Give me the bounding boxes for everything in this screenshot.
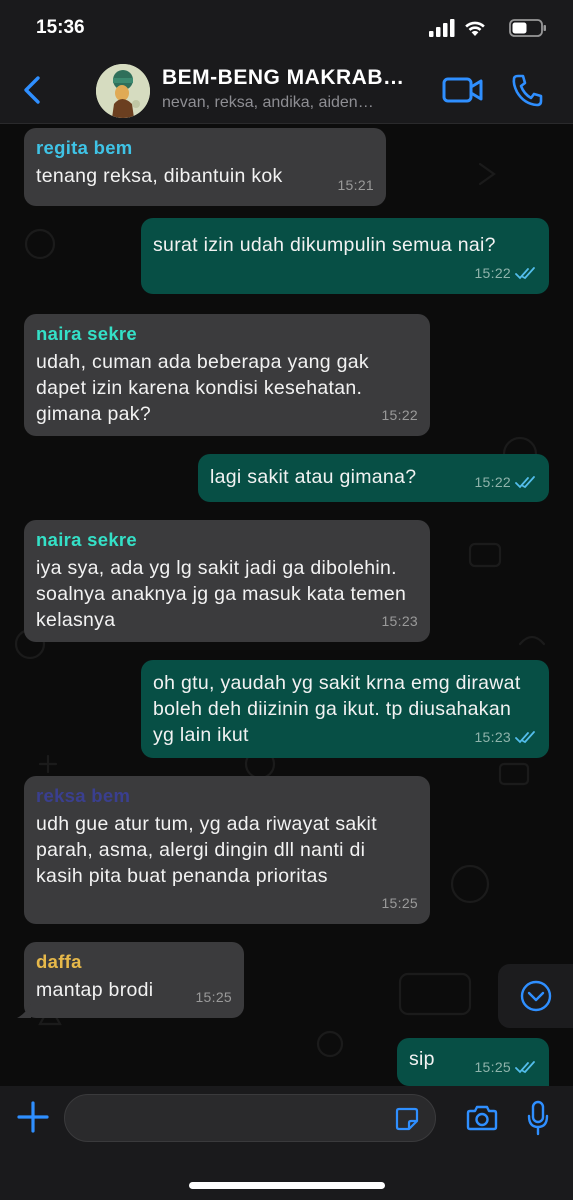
message-bubble-outgoing[interactable]: lagi sakit atau gimana? 15:22 [198, 454, 549, 502]
avatar-image [96, 64, 150, 118]
double-check-icon [515, 475, 535, 488]
message-text: tenang reksa, dibantuin kok [36, 165, 283, 187]
message-text: iya sya, ada yg lg sakit jadi ga diboleh… [36, 557, 407, 631]
message-time: 15:22 [474, 474, 511, 490]
message-meta: 15:25 [474, 1054, 537, 1080]
mic-icon[interactable] [526, 1100, 550, 1136]
message-meta: 15:25 [195, 984, 232, 1010]
wifi-icon [465, 21, 485, 36]
message-time: 15:23 [381, 613, 418, 629]
message-sender[interactable]: naira sekre [36, 529, 418, 551]
message-sender[interactable]: regita bem [36, 137, 374, 159]
message-bubble-incoming[interactable]: daffa mantap brodi 15:25 [17, 942, 244, 1018]
double-check-icon [515, 730, 535, 743]
message-bubble-incoming[interactable]: reksa bem udh gue atur tum, yg ada riway… [24, 776, 430, 924]
message-meta: 15:23 [474, 724, 537, 750]
status-bar: 15:36 [0, 0, 573, 58]
message-bubble-outgoing[interactable]: surat izin udah dikumpulin semua nai? 15… [141, 218, 549, 294]
home-indicator [189, 1182, 385, 1189]
group-members[interactable]: nevan, reksa, andika, aiden… [162, 94, 422, 112]
message-time: 15:25 [474, 1059, 511, 1075]
message-meta: 15:25 [381, 890, 418, 916]
status-time: 15:36 [36, 17, 85, 38]
group-title[interactable]: BEM-BENG MAKRAB… [162, 66, 432, 90]
message-bubble-outgoing[interactable]: sip 15:25 [397, 1038, 549, 1086]
message-sender[interactable]: reksa bem [36, 785, 418, 807]
battery-icon [509, 19, 546, 37]
chat-header: BEM-BENG MAKRAB… nevan, reksa, andika, a… [0, 58, 573, 124]
message-bubble-incoming[interactable]: naira sekre iya sya, ada yg lg sakit jad… [24, 520, 430, 642]
message-time: 15:22 [381, 407, 418, 423]
message-meta: 15:23 [381, 608, 418, 634]
message-text: surat izin udah dikumpulin semua nai? [153, 234, 496, 256]
message-bubble-outgoing[interactable]: oh gtu, yaudah yg sakit krna emg dirawat… [141, 660, 549, 758]
scroll-to-bottom-button[interactable] [498, 964, 573, 1028]
back-icon[interactable] [18, 72, 46, 108]
message-input[interactable] [64, 1094, 436, 1142]
plus-icon[interactable] [16, 1100, 50, 1134]
message-meta: 15:21 [337, 172, 374, 198]
sticker-icon[interactable] [394, 1106, 420, 1132]
chevron-down-icon [520, 980, 552, 1012]
phone-icon[interactable] [510, 72, 544, 108]
bubble-tail [17, 1004, 31, 1018]
message-meta: 15:22 [381, 402, 418, 428]
message-meta: 15:22 [474, 469, 537, 495]
camera-icon[interactable] [466, 1104, 498, 1132]
message-sender[interactable]: daffa [36, 951, 232, 973]
message-bubble-incoming[interactable]: naira sekre udah, cuman ada beberapa yan… [24, 314, 430, 436]
double-check-icon [515, 266, 535, 279]
message-time: 15:25 [381, 895, 418, 911]
message-bubble-incoming[interactable]: regita bem tenang reksa, dibantuin kok 1… [24, 128, 386, 206]
message-sender[interactable]: naira sekre [36, 323, 418, 345]
signal-icon [429, 19, 455, 37]
message-time: 15:23 [474, 729, 511, 745]
input-bar [0, 1086, 573, 1200]
double-check-icon [515, 1060, 535, 1073]
message-time: 15:25 [195, 989, 232, 1005]
avatar[interactable] [96, 64, 150, 118]
chat-area[interactable]: regita bem tenang reksa, dibantuin kok 1… [0, 124, 573, 1086]
message-meta: 15:22 [474, 260, 537, 286]
message-time: 15:22 [474, 265, 511, 281]
video-call-icon[interactable] [442, 74, 484, 106]
message-text: udh gue atur tum, yg ada riwayat sakit p… [36, 813, 377, 887]
message-time: 15:21 [337, 177, 374, 193]
message-text: udah, cuman ada beberapa yang gak dapet … [36, 351, 369, 425]
